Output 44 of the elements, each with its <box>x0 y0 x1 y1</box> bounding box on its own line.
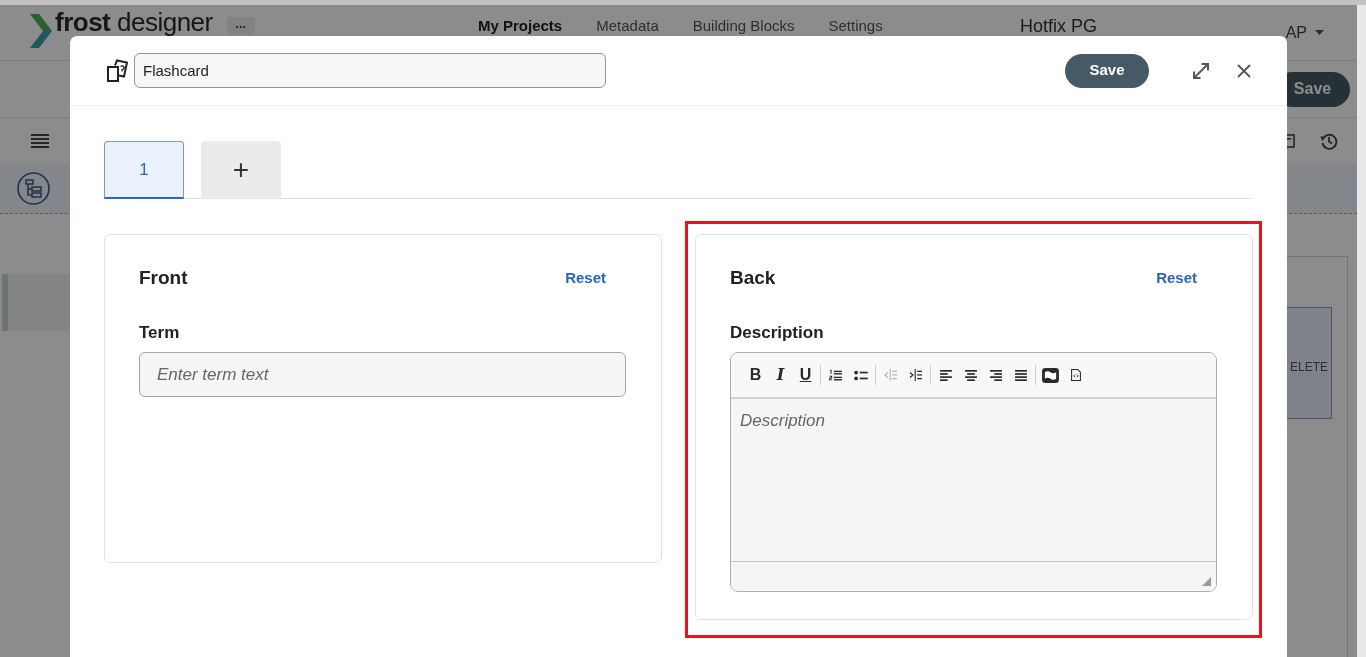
description-field[interactable]: Description <box>731 399 1216 561</box>
nav-link[interactable]: Settings <box>828 17 883 35</box>
close-button[interactable] <box>1237 63 1251 78</box>
menu-icon[interactable] <box>31 133 49 148</box>
expand-button[interactable] <box>1192 61 1210 80</box>
tab[interactable]: 1 <box>104 141 184 199</box>
term-field[interactable]: Enter term text <box>139 352 626 397</box>
nav-link[interactable]: Building Blocks <box>692 17 795 35</box>
italic-button[interactable]: I <box>768 363 793 387</box>
bullet-list-icon <box>853 369 868 381</box>
justify-icon <box>1014 369 1027 381</box>
nav-link[interactable]: My Projects <box>478 17 563 35</box>
user-menu[interactable]: AP <box>1285 20 1324 45</box>
nav-link[interactable]: Metadata <box>596 17 659 35</box>
project-title: Hotfix PG <box>1020 17 1098 35</box>
close-icon <box>1237 63 1251 78</box>
underline-button[interactable]: U <box>793 363 818 387</box>
bold-button[interactable]: B <box>743 363 768 387</box>
add-tab[interactable]: + <box>201 141 281 199</box>
more-button[interactable]: ... <box>226 17 255 35</box>
flashcard-icon <box>107 59 128 82</box>
field-label: Term <box>139 323 181 343</box>
card-title: Front <box>139 266 188 290</box>
logo-chevron-icon <box>30 14 52 48</box>
outdent-icon <box>884 369 897 381</box>
caret-icon <box>1315 30 1324 35</box>
align-center-icon <box>964 369 977 381</box>
hierarchy-icon[interactable] <box>17 171 50 205</box>
align-left-icon <box>939 369 952 381</box>
logo-text: frost designer <box>55 9 213 35</box>
save-button[interactable]: Save <box>1065 53 1149 88</box>
field-label: Description <box>730 323 825 343</box>
reset-link[interactable]: Reset <box>1156 266 1197 290</box>
indent-icon <box>909 369 922 381</box>
title-field[interactable]: Flashcard <box>134 53 606 88</box>
document-code-icon <box>1070 369 1081 381</box>
history-icon[interactable] <box>1320 131 1338 150</box>
reset-link[interactable]: Reset <box>565 266 606 290</box>
resize-grip-icon[interactable] <box>1202 577 1211 586</box>
align-right-icon <box>989 369 1002 381</box>
expand-icon <box>1192 61 1210 80</box>
numbered-list-icon <box>829 369 842 381</box>
card-title: Back <box>730 266 776 290</box>
picture-icon <box>1042 367 1059 383</box>
